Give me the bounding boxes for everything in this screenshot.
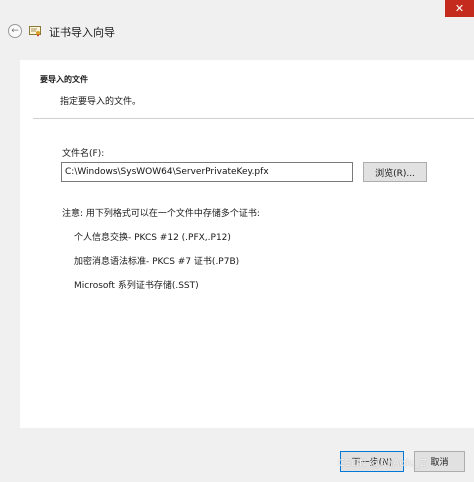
title-bar: ← 证书导入向导 ✕ xyxy=(0,0,474,42)
page-title: 要导入的文件 xyxy=(40,75,88,84)
certificate-icon xyxy=(29,26,41,37)
format-item-sst: Microsoft 系列证书存储(.SST) xyxy=(74,281,199,291)
watermark: CSDN @AnAqiu_Z xyxy=(338,458,427,469)
file-name-label: 文件名(F): xyxy=(62,149,105,159)
wizard-page: 要导入的文件 指定要导入的文件。 文件名(F): 浏览(R)... 注意: 用下… xyxy=(20,60,474,428)
header-divider xyxy=(33,118,474,119)
browse-button[interactable]: 浏览(R)... xyxy=(363,162,427,182)
format-item-pfx: 个人信息交换- PKCS #12 (.PFX,.P12) xyxy=(74,233,231,243)
button-bar: 下一步(N) 取消 xyxy=(0,428,474,482)
back-arrow-icon: ← xyxy=(11,25,19,36)
back-button[interactable]: ← xyxy=(8,24,22,38)
close-button[interactable]: ✕ xyxy=(445,0,474,17)
close-icon: ✕ xyxy=(454,2,465,15)
format-note: 注意: 用下列格式可以在一个文件中存储多个证书: xyxy=(62,209,260,219)
file-name-input[interactable] xyxy=(61,162,353,182)
format-item-p7b: 加密消息语法标准- PKCS #7 证书(.P7B) xyxy=(74,257,240,267)
window-title: 证书导入向导 xyxy=(49,26,115,39)
page-subtitle: 指定要导入的文件。 xyxy=(60,97,142,107)
